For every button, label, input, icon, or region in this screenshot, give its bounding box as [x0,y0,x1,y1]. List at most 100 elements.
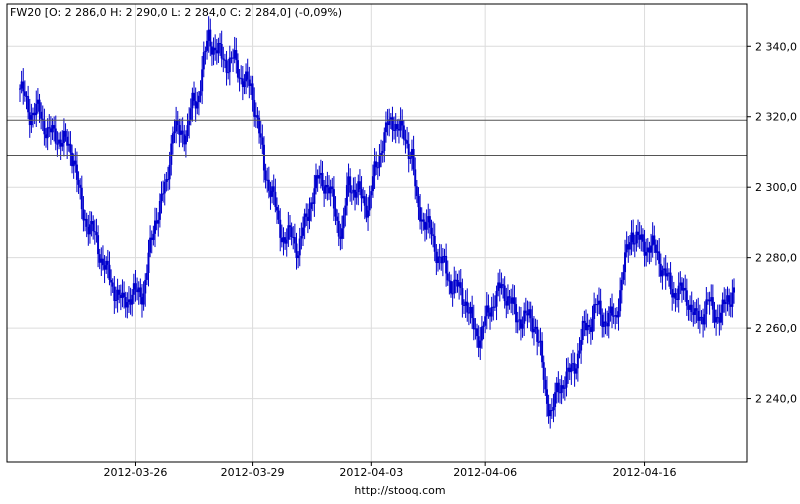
candle-body [75,164,78,180]
candle-body [380,153,383,156]
candle-body [719,312,722,323]
candle-body [228,57,231,73]
candle-body [731,292,734,307]
candle-body [170,143,173,165]
candle-body [375,161,378,168]
candle-body [570,364,573,373]
candle-body [515,304,518,323]
y-tick-label: 2 280,0 [755,252,797,265]
candle-body [407,143,410,159]
candle-body [199,91,202,96]
candle-body [139,287,142,298]
candle-body [724,301,727,305]
candle-body [277,210,280,220]
candle-body [493,306,496,308]
candle-body [298,238,301,256]
candle-body [118,289,121,295]
candle-body [334,208,337,217]
candle-body [542,362,545,380]
candle-body [487,305,490,313]
candle-body [88,224,91,235]
candle-body [308,208,311,221]
candle-body [563,387,566,389]
y-tick-label: 2 260,0 [755,322,797,335]
candle-body [733,287,735,293]
candle-body [43,120,46,135]
candle-body [61,142,64,147]
candle-body [253,99,256,117]
candle-body [545,389,548,404]
candle-body [259,133,262,138]
candle-body [666,273,669,277]
candle-body [472,318,475,330]
candle-body [417,196,420,208]
candle-body [368,195,371,211]
candle-body [152,233,155,240]
candle-body [513,297,516,305]
candle-body [516,320,519,323]
candle-body [578,350,581,354]
candle-layer [19,16,735,429]
candle-body [409,157,412,159]
candle-body [588,324,591,328]
candle-body [599,300,602,315]
candle-body [196,102,199,109]
candlestick-chart: 2 240,0 2 260,0 2 280,0 2 300,0 2 320,0 2 340… [6,3,797,479]
candle-body [321,172,324,187]
candle-body [495,290,498,307]
candle-body [331,186,334,190]
candle-body [262,144,265,171]
candle-body [576,353,579,369]
candle-body [479,340,482,348]
candle-body [363,196,366,206]
candle-body [279,219,282,238]
candle-body [604,321,607,323]
candle-body [508,296,511,298]
candle-body [287,225,290,240]
candle-body [695,308,698,311]
candle-body [222,58,225,60]
candle-body [160,194,163,201]
candle-body [414,169,417,187]
candle-body [583,320,586,323]
candle-body [471,306,474,319]
candle-body [412,149,415,170]
candle-body [521,323,524,329]
candle-body [617,311,620,318]
candle-body [134,283,137,290]
candle-body [23,91,26,96]
y-tick-label: 2 320,0 [755,111,797,124]
candle-body [162,193,165,195]
x-tick-label: 2012-03-29 [221,466,285,479]
footer-link[interactable]: http://stooq.com [0,484,800,497]
candle-body [685,290,688,306]
candle-body [147,252,150,274]
candle-body [186,125,189,136]
candle-body [236,60,239,78]
candle-body [358,181,361,190]
candle-body [251,83,254,100]
candle-body [524,310,527,314]
candle-body [425,222,428,230]
candle-body [728,295,731,305]
candle-body [503,285,506,302]
candle-body [301,227,304,236]
candle-body [82,209,85,221]
candle-body [275,206,278,211]
candle-body [402,125,405,140]
candle-body [313,188,316,204]
candle-body [541,340,544,363]
candle-body [544,379,547,390]
candle-body [290,227,293,237]
candle-body [396,124,399,129]
candle-body [677,285,680,300]
candle-body [305,213,308,217]
candle-body [344,205,347,216]
candle-body [274,191,277,207]
candle-body [345,185,348,206]
candle-body [620,279,623,291]
candle-body [445,255,448,274]
candle-body [557,382,560,393]
candle-body [484,316,487,326]
candle-body [532,328,535,333]
